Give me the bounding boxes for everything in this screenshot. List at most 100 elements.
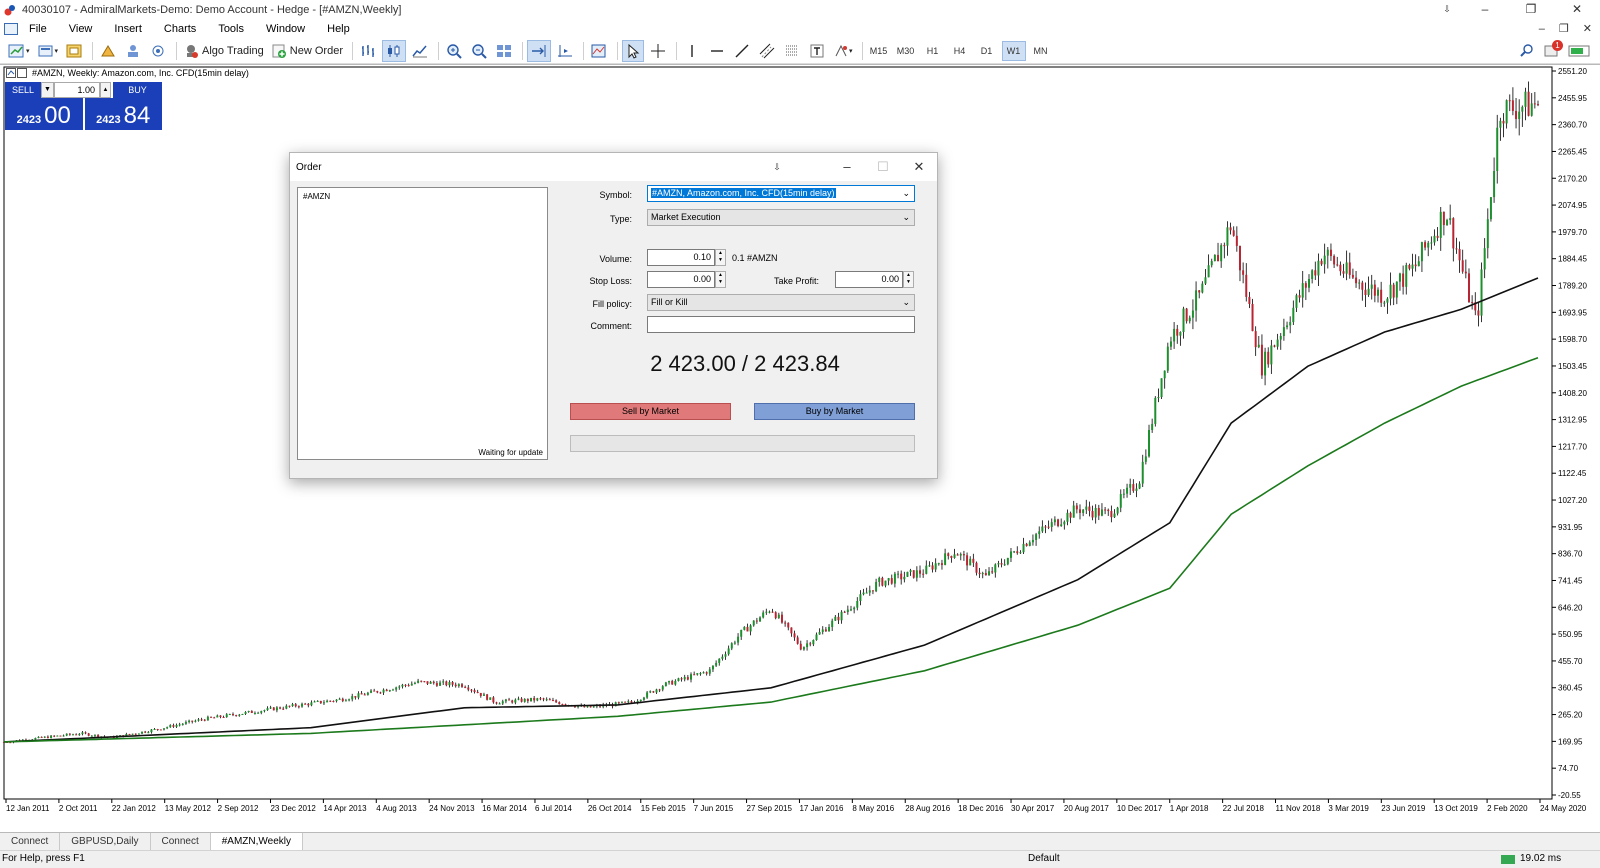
autoscroll-icon[interactable] [526,39,551,62]
candle-up [862,592,865,595]
algo-trading-button[interactable]: Algo Trading [181,40,266,62]
horizontal-line-icon[interactable] [706,40,728,62]
candle-down [360,693,363,695]
candle-up [846,609,849,613]
timeframe-w1[interactable]: W1 [1001,40,1026,61]
symbol-select[interactable]: #AMZN, Amazon.com, Inc. CFD(15min delay)… [647,185,915,202]
fibonacci-icon[interactable] [781,40,803,62]
candle-up [840,611,843,621]
navigator-icon[interactable] [97,40,119,62]
fill-policy-select[interactable]: Fill or Kill ⌄ [647,294,915,311]
chevron-down-icon[interactable]: ⌄ [902,186,910,201]
comment-input[interactable] [647,316,915,333]
candle-down [956,554,959,556]
search-icon[interactable] [1516,40,1538,62]
tab-gbpusd-daily[interactable]: GBPUSD,Daily [60,833,151,850]
bar-chart-icon[interactable] [357,40,379,62]
menu-file[interactable]: File [18,23,58,35]
new-order-button[interactable]: New Order [269,40,345,62]
candle-up [1292,307,1295,323]
volume-up-icon[interactable]: ▲ [100,82,111,98]
candlestick-chart-icon[interactable] [381,39,406,62]
chevron-down-icon[interactable]: ⌄ [902,295,910,310]
timeframe-m15[interactable]: M15 [867,41,891,61]
mdi-close-button[interactable]: ✕ [1583,20,1592,38]
type-select[interactable]: Market Execution ⌄ [647,209,915,226]
y-tick-label: 265.20 [1558,711,1583,720]
signals-icon[interactable] [147,40,169,62]
candle-up [1204,277,1207,284]
text-icon[interactable] [806,40,828,62]
timeframe-h4[interactable]: H4 [948,41,972,61]
dialog-close-button[interactable]: ✕ [901,153,937,181]
x-tick-label: 17 Jan 2016 [799,804,844,813]
profiles-icon[interactable]: ▾ [35,40,61,62]
indicators-icon[interactable] [588,40,610,62]
candle-up [1035,534,1038,540]
shapes-icon[interactable]: ▾ [831,40,855,62]
take-profit-stepper[interactable]: ▲ ▼ [903,271,914,288]
timeframe-mn[interactable]: MN [1029,41,1053,61]
candle-up [141,731,144,734]
one-click-buy-button[interactable]: 2423 84 [84,98,162,130]
menu-charts[interactable]: Charts [153,23,207,35]
menu-tools[interactable]: Tools [207,23,255,35]
timeframe-d1[interactable]: D1 [975,41,999,61]
dialog-minimize-button[interactable]: – [829,153,865,181]
sell-by-market-button[interactable]: Sell by Market [570,403,731,420]
menu-window[interactable]: Window [255,23,316,35]
dialog-maximize-button[interactable]: ☐ [865,153,901,181]
tab-connect[interactable]: Connect [0,833,61,850]
minimize-button[interactable]: – [1462,0,1508,20]
tab-connect-2[interactable]: Connect [151,833,211,850]
one-click-buy-label[interactable]: BUY [113,82,162,98]
candle-up [1370,284,1373,289]
zoom-out-icon[interactable] [468,40,490,62]
zoom-in-icon[interactable] [443,40,465,62]
one-click-sell-label[interactable]: SELL [5,82,41,98]
one-click-sell-button[interactable]: 2423 00 [5,98,83,130]
line-chart-icon[interactable] [409,40,431,62]
terminal-icon[interactable] [122,40,144,62]
chevron-down-icon[interactable]: ⌄ [902,210,910,225]
pin-icon[interactable]: ⇩ [767,153,787,181]
connection-status-icon[interactable] [1566,40,1592,62]
market-watch-icon[interactable] [63,40,85,62]
buy-by-market-button[interactable]: Buy by Market [754,403,915,420]
menu-view[interactable]: View [58,23,104,35]
candle-down [1235,235,1238,246]
close-button[interactable]: ✕ [1554,0,1600,20]
timeframe-m30[interactable]: M30 [894,41,918,61]
chart-shift-icon[interactable] [554,40,576,62]
volume-stepper[interactable]: ▲ ▼ [715,249,726,266]
tile-windows-icon[interactable] [493,40,515,62]
mdi-minimize-button[interactable]: – [1539,20,1545,38]
chevron-down-icon[interactable]: ▼ [41,82,54,98]
restore-button[interactable]: ❐ [1508,0,1554,20]
crosshair-icon[interactable] [647,40,669,62]
stop-loss-stepper[interactable]: ▲ ▼ [715,271,726,288]
order-progress-bar [570,435,915,452]
menu-insert[interactable]: Insert [103,23,153,35]
candle-up [1311,270,1314,279]
vertical-line-icon[interactable] [681,40,703,62]
candle-up [1119,494,1122,508]
notifications-icon[interactable]: 1 [1541,39,1563,62]
x-tick-label: 7 Jun 2015 [694,804,734,813]
equidistant-channel-icon[interactable] [756,40,778,62]
candle-up [928,565,931,567]
document-icon[interactable] [4,23,18,35]
stop-loss-input[interactable]: 0.00 [647,271,715,288]
candle-up [730,643,733,649]
take-profit-input[interactable]: 0.00 [835,271,903,288]
tab-amzn-weekly[interactable]: #AMZN,Weekly [210,833,304,850]
pin-icon[interactable]: ⇩ [1432,0,1462,20]
menu-help[interactable]: Help [316,23,361,35]
volume-input[interactable]: 0.10 [647,249,715,266]
timeframe-h1[interactable]: H1 [921,41,945,61]
trendline-icon[interactable] [731,40,753,62]
one-click-volume-input[interactable]: 1.00 [54,82,100,98]
cursor-icon[interactable] [621,39,644,62]
new-chart-icon[interactable]: ▾ [6,40,32,62]
mdi-restore-button[interactable]: ❐ [1559,20,1569,38]
